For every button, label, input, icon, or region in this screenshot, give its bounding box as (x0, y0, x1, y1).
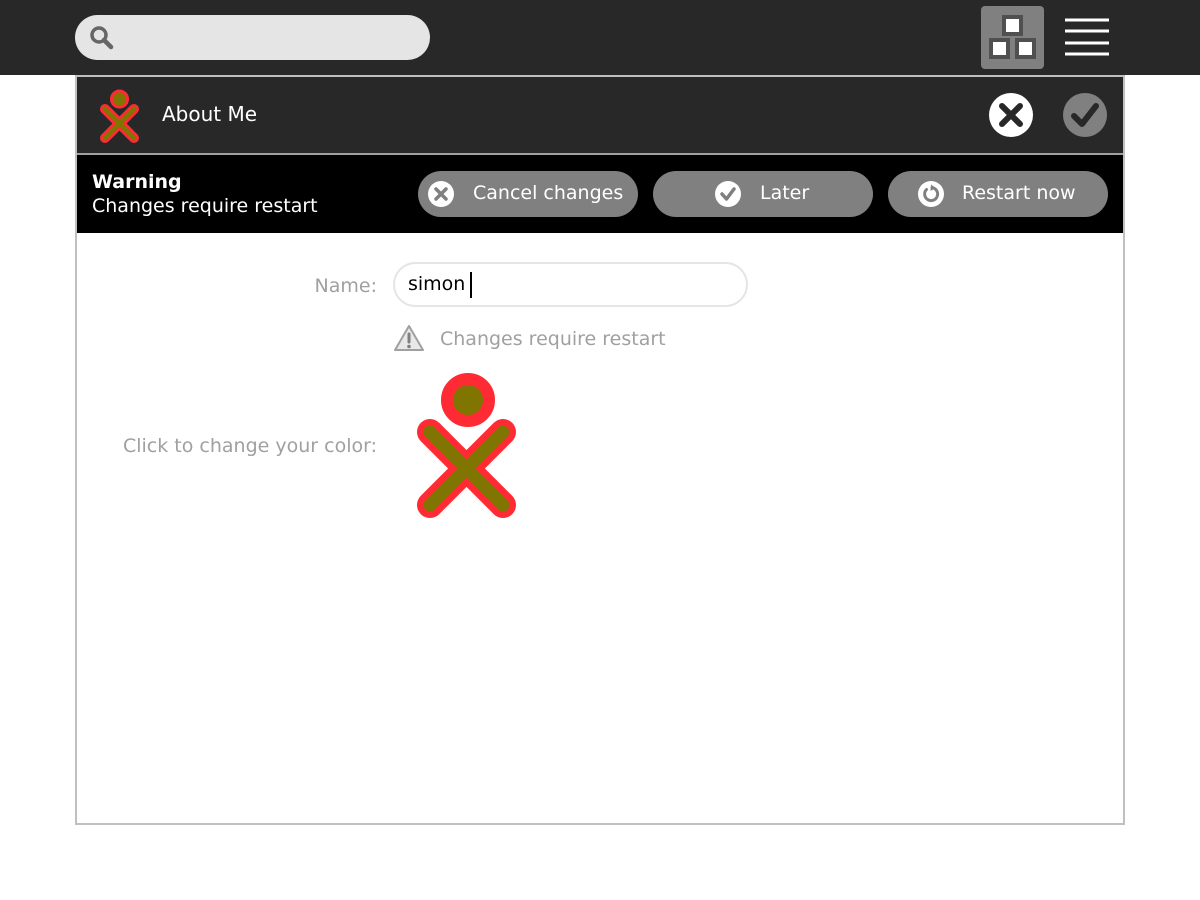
xo-color-picker-icon[interactable] (413, 372, 521, 520)
dialog-title: About Me (162, 102, 258, 126)
cancel-changes-button[interactable]: Cancel changes (418, 171, 638, 217)
search-input[interactable] (127, 23, 421, 54)
restart-note: Changes require restart (440, 328, 666, 350)
about-me-dialog: About Me Warning Changes require restart… (75, 75, 1125, 825)
cancel-changes-label: Cancel changes (473, 182, 624, 204)
dialog-ok-button[interactable] (1062, 92, 1108, 138)
neighborhood-view-button[interactable] (981, 6, 1044, 69)
name-value[interactable]: simon (408, 273, 465, 295)
alert-message: Changes require restart (92, 195, 318, 217)
restart-alert: Warning Changes require restart Cancel c… (77, 155, 1123, 233)
warning-icon (394, 325, 424, 351)
later-button[interactable]: Later (653, 171, 873, 217)
dialog-header: About Me (77, 77, 1123, 155)
restart-now-label: Restart now (962, 182, 1076, 204)
color-label: Click to change your color: (122, 435, 377, 457)
name-field[interactable]: simon (393, 262, 748, 307)
search-icon (90, 26, 114, 50)
check-circle-icon (715, 181, 741, 207)
later-label: Later (760, 182, 810, 204)
restart-icon (918, 181, 944, 207)
alert-title: Warning (92, 171, 182, 193)
top-toolbar (0, 0, 1200, 75)
restart-now-button[interactable]: Restart now (888, 171, 1108, 217)
text-caret (470, 272, 472, 298)
neighborhood-view-icon (989, 15, 1036, 59)
name-label: Name: (314, 275, 377, 297)
search-field[interactable] (75, 15, 430, 60)
hamburger-menu-icon[interactable] (1063, 16, 1111, 58)
cancel-circle-icon (428, 181, 454, 207)
xo-buddy-icon (100, 89, 139, 143)
dialog-cancel-button[interactable] (988, 92, 1034, 138)
